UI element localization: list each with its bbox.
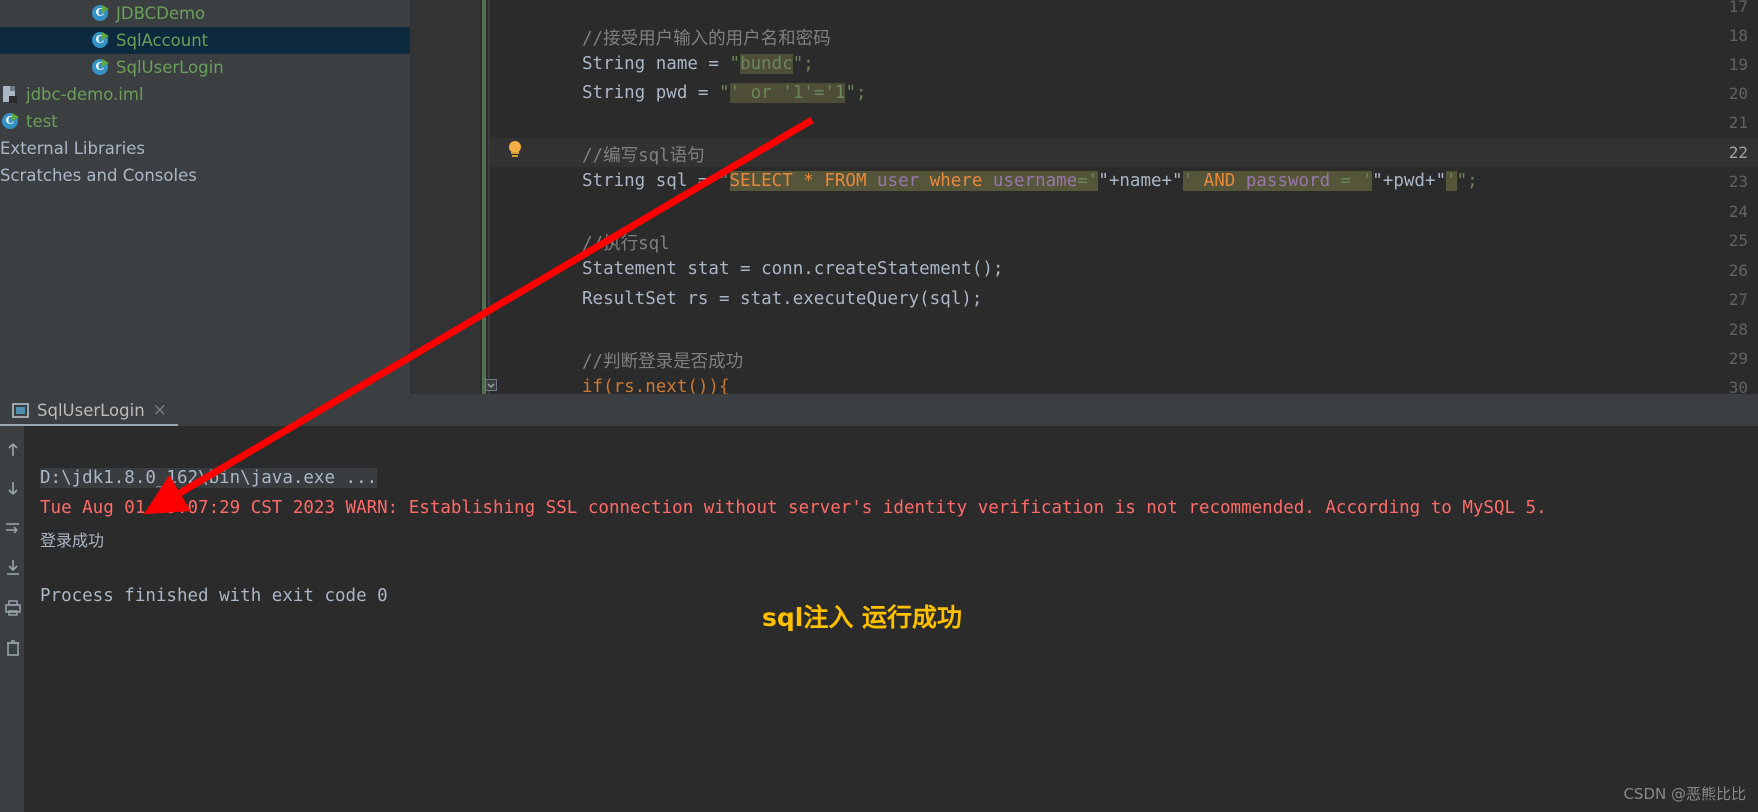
soft-wrap-icon[interactable]	[3, 518, 23, 538]
iml-file-icon	[2, 85, 19, 104]
annotation-text: sql注入 运行成功	[762, 603, 963, 632]
line-number: 25	[1728, 231, 1748, 250]
console-line-command: D:\jdk1.8.0_162\bin\java.exe ...	[40, 468, 378, 488]
java-class-icon: C	[92, 59, 109, 76]
vcs-change-marker	[482, 0, 486, 394]
console-output[interactable]: D:\jdk1.8.0_162\bin\java.exe ... Tue Aug…	[24, 426, 1758, 812]
line-number-current: 22	[1728, 143, 1748, 162]
editor-gutter[interactable]	[410, 0, 480, 394]
line-number: 28	[1728, 320, 1748, 339]
line-number: 23	[1728, 172, 1748, 191]
java-class-icon: C	[92, 5, 109, 22]
code-line-25: //执行sql	[582, 234, 670, 254]
project-tool-window[interactable]: C JDBCDemo C SqlAccount C SqlUserLogin j…	[0, 0, 410, 394]
line-number: 26	[1728, 261, 1748, 280]
tree-item-sqluserlogin[interactable]: C SqlUserLogin	[0, 54, 410, 81]
java-class-icon: C	[92, 32, 109, 49]
run-tab-label: SqlUserLogin	[37, 400, 145, 420]
scroll-to-end-icon[interactable]	[3, 557, 23, 577]
console-toolbar	[0, 426, 24, 812]
line-number: 27	[1728, 290, 1748, 309]
code-fold-arrow-icon[interactable]	[485, 379, 497, 391]
watermark: CSDN @恶熊比比	[1623, 785, 1746, 803]
line-number: 18	[1728, 26, 1748, 45]
tree-item-label: jdbc-demo.iml	[26, 85, 144, 104]
run-tab-sqluserlogin[interactable]: SqlUserLogin ×	[12, 397, 167, 423]
code-line-29: //判断登录是否成功	[582, 352, 744, 372]
intention-bulb-icon[interactable]	[507, 141, 523, 159]
code-line-27: ResultSet rs = stat.executeQuery(sql);	[582, 289, 983, 309]
close-icon[interactable]: ×	[153, 401, 167, 419]
console-line-warning: Tue Aug 01 19:07:29 CST 2023 WARN: Estab…	[40, 498, 1547, 518]
line-number: 17	[1728, 0, 1748, 16]
scroll-down-icon[interactable]	[3, 478, 23, 498]
console-window-icon	[12, 402, 29, 418]
run-tool-window: SqlUserLogin × D:\jdk1.8.0_162\bin\java.…	[0, 394, 1758, 812]
ide-window: C JDBCDemo C SqlAccount C SqlUserLogin j…	[0, 0, 1758, 812]
code-line-22: //编写sql语句	[582, 146, 705, 166]
tree-item-sqlaccount[interactable]: C SqlAccount	[0, 27, 410, 54]
tree-item-label: Scratches and Consoles	[0, 166, 197, 185]
tree-item-jdbc-demo-iml[interactable]: jdbc-demo.iml	[0, 81, 410, 108]
print-icon[interactable]	[3, 598, 23, 618]
console-line-output: 登录成功	[40, 531, 105, 550]
tree-item-label: SqlAccount	[116, 31, 209, 50]
line-number: 21	[1728, 113, 1748, 132]
code-line-18: //接受用户输入的用户名和密码	[582, 29, 831, 49]
code-line-19: String name = "bundc";	[582, 54, 814, 74]
tree-item-external-libraries[interactable]: External Libraries	[0, 135, 410, 162]
tree-item-label: JDBCDemo	[116, 4, 206, 23]
line-number: 20	[1728, 84, 1748, 103]
run-tab-bar: SqlUserLogin ×	[0, 394, 1758, 426]
java-class-icon: C	[2, 113, 19, 130]
code-editor[interactable]: 17 18 19 20 21 22 23 24 25 26 27 28 29 3…	[410, 0, 1758, 397]
code-line-23: String sql = "SELECT * FROM user where u…	[582, 171, 1478, 191]
line-number: 24	[1728, 202, 1748, 221]
tree-item-label: SqlUserLogin	[116, 58, 224, 77]
line-number: 29	[1728, 349, 1748, 368]
scroll-up-icon[interactable]	[3, 440, 23, 460]
clear-all-icon[interactable]	[3, 638, 23, 658]
tree-item-jdbcdemo[interactable]: C JDBCDemo	[0, 0, 410, 27]
code-fold-strip[interactable]	[488, 0, 490, 394]
tree-item-test[interactable]: C test	[0, 108, 410, 135]
console-line-exit: Process finished with exit code 0	[40, 586, 388, 606]
code-line-26: Statement stat = conn.createStatement();	[582, 259, 1004, 279]
tree-item-scratches-and-consoles[interactable]: Scratches and Consoles	[0, 162, 410, 189]
top-section: C JDBCDemo C SqlAccount C SqlUserLogin j…	[0, 0, 1758, 397]
tree-item-label: External Libraries	[0, 139, 145, 158]
tree-item-label: test	[26, 112, 58, 131]
line-number: 19	[1728, 55, 1748, 74]
code-line-20: String pwd = "' or '1'='1";	[582, 83, 867, 103]
